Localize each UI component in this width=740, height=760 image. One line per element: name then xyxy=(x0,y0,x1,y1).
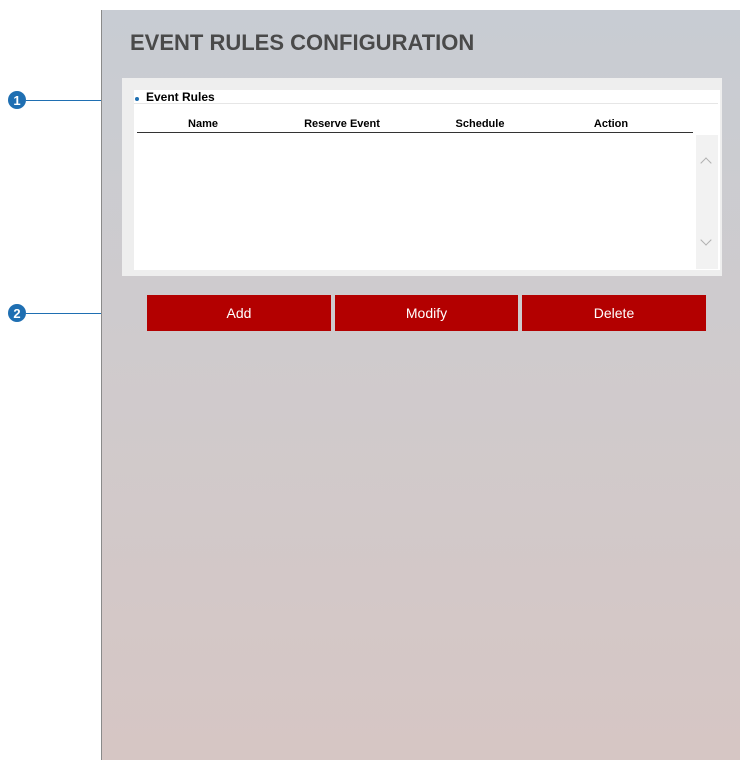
page-title: EVENT RULES CONFIGURATION xyxy=(130,30,475,55)
column-header-schedule: Schedule xyxy=(455,118,505,130)
event-rules-label: Event Rules xyxy=(146,90,215,104)
modify-button[interactable]: Modify xyxy=(335,295,518,331)
callout-badge-2: 2 xyxy=(8,304,26,322)
chevron-up-icon[interactable] xyxy=(700,157,712,169)
bullet-icon xyxy=(135,97,139,101)
event-rules-header: Event Rules xyxy=(134,90,718,104)
chevron-down-icon[interactable] xyxy=(700,234,712,246)
callout-number: 1 xyxy=(13,92,21,108)
event-rules-panel: Event Rules Name Reserve Event Schedule … xyxy=(134,90,720,270)
event-rules-box: Event Rules Name Reserve Event Schedule … xyxy=(122,78,722,276)
callout-number: 2 xyxy=(13,305,21,321)
event-rules-table-header: Name Reserve Event Schedule Action xyxy=(137,117,693,133)
column-header-name: Name xyxy=(188,118,218,130)
add-button[interactable]: Add xyxy=(147,295,331,331)
delete-button[interactable]: Delete xyxy=(522,295,706,331)
column-header-reserve-event: Reserve Event xyxy=(304,118,380,130)
event-rules-scrollbar[interactable] xyxy=(696,135,718,269)
config-panel: EVENT RULES CONFIGURATION Event Rules Na… xyxy=(101,10,740,760)
column-header-action: Action xyxy=(593,118,629,130)
callout-badge-1: 1 xyxy=(8,91,26,109)
